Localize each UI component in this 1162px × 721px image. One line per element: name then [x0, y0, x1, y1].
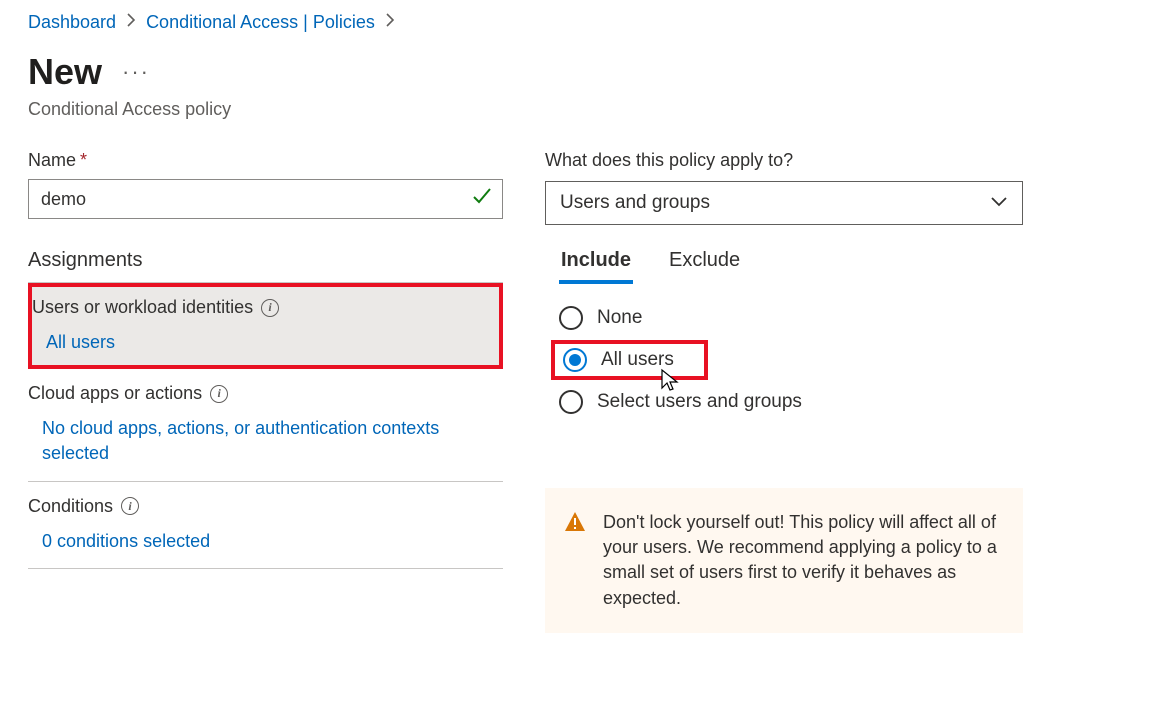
- assignment-cloud-apps[interactable]: Cloud apps or actions i No cloud apps, a…: [28, 369, 503, 481]
- breadcrumb-conditional-access-policies[interactable]: Conditional Access | Policies: [146, 12, 375, 33]
- apply-to-label: What does this policy apply to?: [545, 150, 1023, 171]
- info-icon[interactable]: i: [210, 385, 228, 403]
- radio-button-checked-icon: [563, 348, 587, 372]
- apply-to-dropdown[interactable]: Users and groups: [545, 181, 1023, 225]
- assignment-conditions-title: Conditions: [28, 496, 113, 517]
- include-exclude-tabs: Include Exclude: [545, 241, 1023, 282]
- page-subtitle: Conditional Access policy: [28, 99, 1134, 120]
- chevron-right-icon: [126, 13, 136, 32]
- assignment-users[interactable]: Users or workload identities i All users: [28, 283, 503, 369]
- radio-none[interactable]: None: [559, 296, 1023, 340]
- checkmark-icon: [471, 185, 493, 213]
- assignment-users-value[interactable]: All users: [32, 330, 499, 355]
- radio-none-label: None: [597, 307, 642, 329]
- policy-name-input[interactable]: [28, 179, 503, 219]
- radio-button-icon: [559, 390, 583, 414]
- tab-include[interactable]: Include: [559, 241, 633, 282]
- assignment-conditions[interactable]: Conditions i 0 conditions selected: [28, 482, 503, 569]
- radio-all-users[interactable]: All users: [563, 348, 674, 372]
- assignments-heading: Assignments: [28, 249, 503, 283]
- warning-callout: Don't lock yourself out! This policy wil…: [545, 488, 1023, 633]
- assignment-cloud-apps-title: Cloud apps or actions: [28, 383, 202, 404]
- radio-select-users-label: Select users and groups: [597, 391, 802, 413]
- chevron-right-icon: [385, 13, 395, 32]
- chevron-down-icon: [990, 192, 1008, 214]
- info-icon[interactable]: i: [121, 497, 139, 515]
- tab-exclude[interactable]: Exclude: [667, 241, 742, 282]
- required-indicator: *: [80, 150, 87, 170]
- warning-text: Don't lock yourself out! This policy wil…: [603, 510, 1005, 611]
- dropdown-value: Users and groups: [560, 192, 710, 214]
- breadcrumb-dashboard[interactable]: Dashboard: [28, 12, 116, 33]
- info-icon[interactable]: i: [261, 299, 279, 317]
- warning-icon: [563, 510, 587, 611]
- page-title: New: [28, 51, 102, 93]
- name-label: Name*: [28, 150, 503, 171]
- assignment-users-title: Users or workload identities: [32, 297, 253, 318]
- cursor-icon: [659, 368, 681, 399]
- assignment-cloud-apps-value[interactable]: No cloud apps, actions, or authenticatio…: [28, 416, 503, 466]
- breadcrumb: Dashboard Conditional Access | Policies: [28, 12, 1134, 33]
- radio-button-icon: [559, 306, 583, 330]
- assignment-conditions-value[interactable]: 0 conditions selected: [28, 529, 503, 554]
- radio-select-users[interactable]: Select users and groups: [559, 380, 1023, 424]
- more-actions-button[interactable]: ···: [122, 59, 150, 85]
